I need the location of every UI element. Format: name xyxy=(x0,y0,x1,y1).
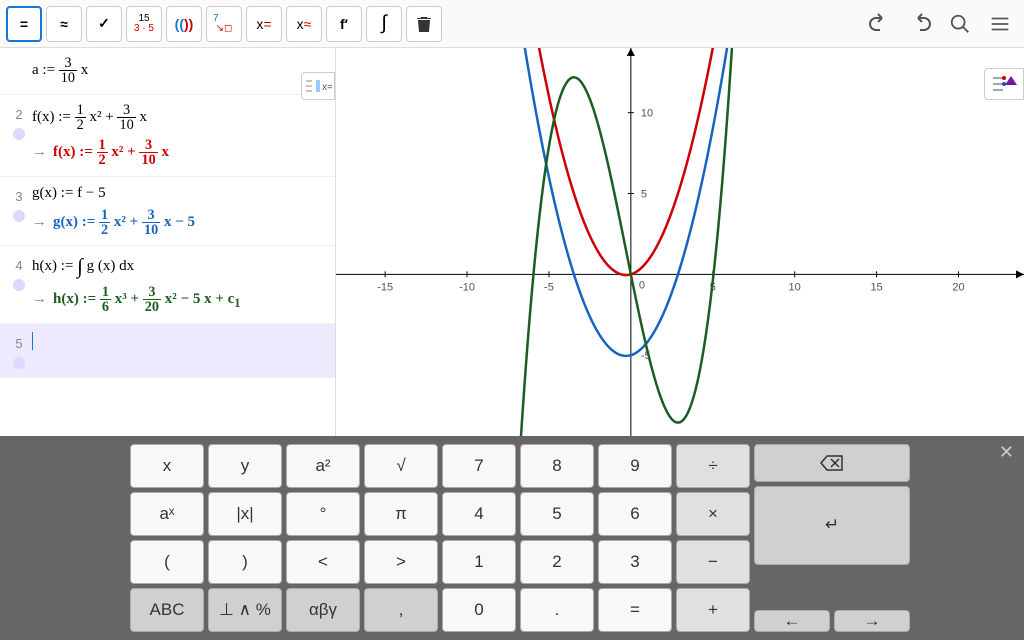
svg-text:20: 20 xyxy=(952,281,964,293)
algebra-toggle-button[interactable]: x= xyxy=(301,72,335,100)
key-×[interactable]: × xyxy=(676,492,750,536)
algebra-panel: a := 310 x2f(x) := 12 x² + 310 x→f(x) :=… xyxy=(0,48,336,436)
key-4[interactable]: 4 xyxy=(442,492,516,536)
backspace-icon xyxy=(820,455,844,471)
key-<[interactable]: < xyxy=(286,540,360,584)
derivative-button[interactable]: f′ xyxy=(326,6,362,42)
key-5[interactable]: 5 xyxy=(520,492,594,536)
substitute-button[interactable]: 7 ↘◻ xyxy=(206,6,242,42)
redo-icon xyxy=(908,12,932,36)
svg-text:5: 5 xyxy=(641,189,647,201)
visibility-toggle[interactable] xyxy=(13,279,25,291)
key-([interactable]: ( xyxy=(130,540,204,584)
menu-icon xyxy=(989,13,1011,35)
key-right[interactable]: → xyxy=(834,610,910,632)
svg-text:0: 0 xyxy=(639,279,645,291)
settings-icon xyxy=(991,74,1017,94)
key-9[interactable]: 9 xyxy=(598,444,672,488)
search-icon xyxy=(949,13,971,35)
key-a²[interactable]: a² xyxy=(286,444,360,488)
redo-button[interactable] xyxy=(902,6,938,42)
nsolve-button[interactable]: x ≈ xyxy=(286,6,322,42)
key-.[interactable]: . xyxy=(520,588,594,632)
svg-text:x=: x= xyxy=(322,82,332,93)
virtual-keyboard: ✕ xya²√ aˣ|x|°π ()<> ABC⊥ ∧ %αβγ, 789÷ 456× 1… xyxy=(0,436,1024,640)
graph-view[interactable]: -15-10-55101520-55100 xyxy=(336,48,1024,436)
svg-text:-5: -5 xyxy=(544,281,554,293)
visibility-toggle[interactable] xyxy=(13,210,25,222)
key-ABC[interactable]: ABC xyxy=(130,588,204,632)
undo-button[interactable] xyxy=(862,6,898,42)
key-3[interactable]: 3 xyxy=(598,540,672,584)
svg-text:-10: -10 xyxy=(459,281,475,293)
key-7[interactable]: 7 xyxy=(442,444,516,488)
key-°[interactable]: ° xyxy=(286,492,360,536)
key-left[interactable]: ← xyxy=(754,610,830,632)
svg-text:-15: -15 xyxy=(377,281,393,293)
svg-text:10: 10 xyxy=(789,281,801,293)
integral-button[interactable]: ∫ xyxy=(366,6,402,42)
key-+[interactable]: + xyxy=(676,588,750,632)
algebra-row[interactable]: 2f(x) := 12 x² + 310 x→f(x) := 12 x² + 3… xyxy=(0,95,335,177)
key-1[interactable]: 1 xyxy=(442,540,516,584)
key-2[interactable]: 2 xyxy=(520,540,594,584)
key-÷[interactable]: ÷ xyxy=(676,444,750,488)
menu-button[interactable] xyxy=(982,6,1018,42)
key-8[interactable]: 8 xyxy=(520,444,594,488)
algebra-row[interactable]: 3g(x) := f − 5→g(x) := 12 x² + 310 x − 5 xyxy=(0,177,335,247)
solve-button[interactable]: x = xyxy=(246,6,282,42)
key-backspace[interactable] xyxy=(754,444,910,482)
key-,[interactable]: , xyxy=(364,588,438,632)
key-enter[interactable]: ↵ xyxy=(754,486,910,565)
key-)[interactable]: ) xyxy=(208,540,282,584)
keyboard-close-button[interactable]: ✕ xyxy=(999,442,1014,463)
graph-settings-button[interactable] xyxy=(984,68,1024,100)
key-|x|[interactable]: |x| xyxy=(208,492,282,536)
mode-exact-button[interactable]: = xyxy=(6,6,42,42)
key-0[interactable]: 0 xyxy=(442,588,516,632)
algebra-row[interactable]: a := 310 x xyxy=(0,48,335,95)
key-y[interactable]: y xyxy=(208,444,282,488)
trash-icon xyxy=(416,15,432,33)
undo-icon xyxy=(868,12,892,36)
key-⊥ ∧ %[interactable]: ⊥ ∧ % xyxy=(208,588,282,632)
svg-text:15: 15 xyxy=(870,281,882,293)
key-=[interactable]: = xyxy=(598,588,672,632)
factor-button[interactable]: 153 · 5 xyxy=(126,6,162,42)
keep-input-button[interactable]: ✓ xyxy=(86,6,122,42)
key->[interactable]: > xyxy=(364,540,438,584)
delete-button[interactable] xyxy=(406,6,442,42)
search-button[interactable] xyxy=(942,6,978,42)
svg-text:10: 10 xyxy=(641,108,653,120)
algebra-row[interactable]: 5 xyxy=(0,324,335,378)
key-aˣ[interactable]: aˣ xyxy=(130,492,204,536)
visibility-toggle[interactable] xyxy=(13,128,25,140)
key-x[interactable]: x xyxy=(130,444,204,488)
mode-approx-button[interactable]: ≈ xyxy=(46,6,82,42)
key-π[interactable]: π xyxy=(364,492,438,536)
visibility-toggle[interactable] xyxy=(13,357,25,369)
key-6[interactable]: 6 xyxy=(598,492,672,536)
expand-button[interactable]: (( )) xyxy=(166,6,202,42)
key-√[interactable]: √ xyxy=(364,444,438,488)
key-αβγ[interactable]: αβγ xyxy=(286,588,360,632)
top-toolbar: = ≈ ✓ 153 · 5 (( )) 7 ↘◻ x = x ≈ f′ ∫ xyxy=(0,0,1024,48)
key-−[interactable]: − xyxy=(676,540,750,584)
algebra-row[interactable]: 4h(x) := ∫ g (x) dx→h(x) := 16 x³ + 320 … xyxy=(0,246,335,324)
